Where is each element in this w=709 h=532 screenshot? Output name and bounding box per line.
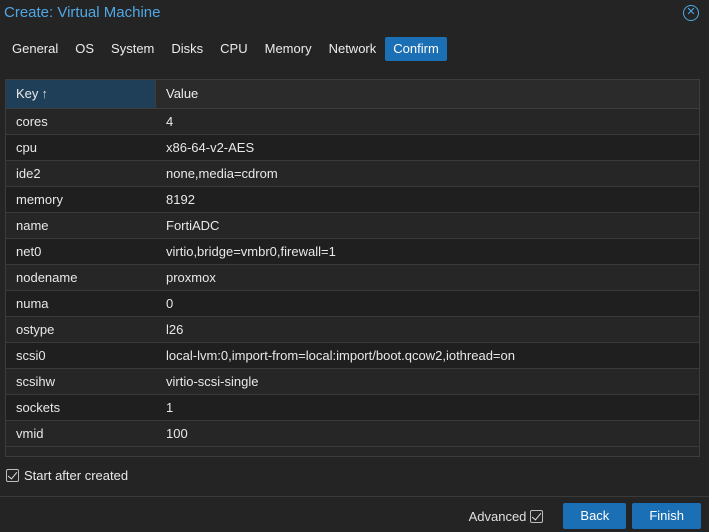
row-key: vmid xyxy=(16,426,44,441)
row-value: virtio,bridge=vmbr0,firewall=1 xyxy=(166,244,336,259)
row-key: scsihw xyxy=(16,374,56,389)
start-after-created-option[interactable]: Start after created xyxy=(6,468,128,483)
row-value: proxmox xyxy=(166,270,216,285)
tab-os[interactable]: OS xyxy=(67,37,102,61)
row-value: 100 xyxy=(166,426,188,441)
row-key: name xyxy=(16,218,49,233)
row-value: l26 xyxy=(166,322,184,337)
table-row[interactable]: net0 virtio,bridge=vmbr0,firewall=1 xyxy=(6,239,699,265)
create-vm-dialog: Create: Virtual Machine ✕ General OS Sys… xyxy=(0,0,709,532)
column-header-value[interactable]: Value xyxy=(156,80,699,108)
sort-ascending-icon: ↑ xyxy=(41,86,48,101)
dialog-footer: Advanced Back Finish xyxy=(469,503,701,529)
table-row[interactable]: scsi0 local-lvm:0,import-from=local:impor… xyxy=(6,343,699,369)
titlebar: Create: Virtual Machine ✕ xyxy=(0,0,709,28)
tab-disks[interactable]: Disks xyxy=(163,37,211,61)
row-key: cores xyxy=(16,114,48,129)
wizard-tabs: General OS System Disks CPU Memory Netwo… xyxy=(4,37,448,61)
start-after-created-label: Start after created xyxy=(24,468,129,483)
row-key: ide2 xyxy=(16,166,41,181)
table-row[interactable]: cpu x86-64-v2-AES xyxy=(6,135,699,161)
tab-general[interactable]: General xyxy=(4,37,66,61)
row-value: local-lvm:0,import-from=local:import/boo… xyxy=(166,348,515,363)
row-key: numa xyxy=(16,296,49,311)
table-row[interactable]: cores 4 xyxy=(6,109,699,135)
row-value: none,media=cdrom xyxy=(166,166,278,181)
tab-system[interactable]: System xyxy=(103,37,162,61)
row-value: FortiADC xyxy=(166,218,220,233)
row-value: x86-64-v2-AES xyxy=(166,140,255,155)
grid-body: cores 4 cpu x86-64-v2-AES ide2 none,media=c… xyxy=(6,109,699,447)
row-key: sockets xyxy=(16,400,61,415)
row-value: 4 xyxy=(166,114,174,129)
finish-button[interactable]: Finish xyxy=(632,503,701,529)
row-key: ostype xyxy=(16,322,55,337)
table-row[interactable]: scsihw virtio-scsi-single xyxy=(6,369,699,395)
tab-memory[interactable]: Memory xyxy=(257,37,320,61)
advanced-checkbox[interactable] xyxy=(530,509,544,523)
row-key: memory xyxy=(16,192,63,207)
table-row[interactable]: numa 0 xyxy=(6,291,699,317)
window-title: Create: Virtual Machine xyxy=(4,4,161,21)
column-header-key-label: Key xyxy=(16,86,39,101)
row-value: 0 xyxy=(166,296,174,311)
tab-cpu[interactable]: CPU xyxy=(212,37,255,61)
close-icon[interactable]: ✕ xyxy=(683,5,699,21)
start-after-created-checkbox[interactable] xyxy=(6,469,19,482)
summary-grid: Key ↑ Value cores 4 cpu x86-64-v2-AES ide2 n… xyxy=(5,79,700,457)
table-row[interactable]: vmid 100 xyxy=(6,421,699,447)
back-button[interactable]: Back xyxy=(563,503,627,529)
row-value: virtio-scsi-single xyxy=(166,374,259,389)
row-key: scsi0 xyxy=(16,348,46,363)
tab-network[interactable]: Network xyxy=(321,37,385,61)
table-row[interactable]: name FortiADC xyxy=(6,213,699,239)
row-key: nodename xyxy=(16,270,78,285)
row-value: 1 xyxy=(166,400,174,415)
grid-header: Key ↑ Value xyxy=(6,80,699,109)
advanced-label: Advanced xyxy=(468,508,527,524)
table-row[interactable]: sockets 1 xyxy=(6,395,699,421)
footer-divider xyxy=(0,496,709,497)
table-row[interactable]: ostype l26 xyxy=(6,317,699,343)
table-row[interactable]: ide2 none,media=cdrom xyxy=(6,161,699,187)
tab-confirm[interactable]: Confirm xyxy=(385,37,447,61)
row-key: net0 xyxy=(16,244,42,259)
row-key: cpu xyxy=(16,140,37,155)
table-row[interactable]: memory 8192 xyxy=(6,187,699,213)
row-value: 8192 xyxy=(166,192,195,207)
table-row[interactable]: nodename proxmox xyxy=(6,265,699,291)
column-header-key[interactable]: Key ↑ xyxy=(6,80,156,108)
